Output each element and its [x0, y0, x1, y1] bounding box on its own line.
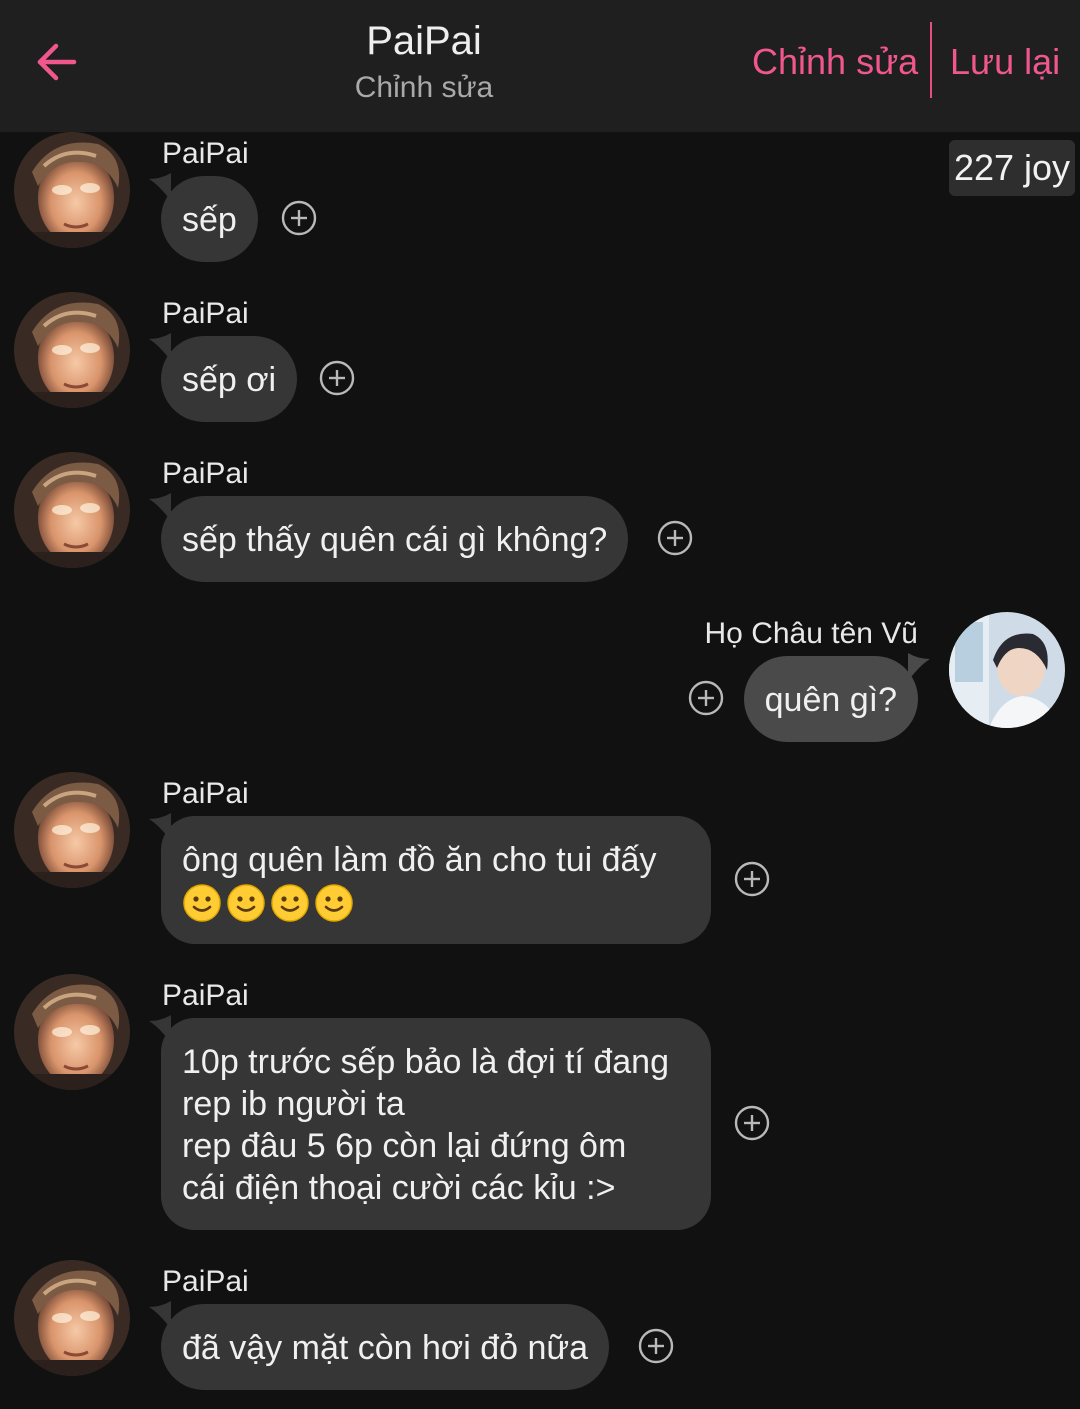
bubble-tail — [149, 333, 171, 361]
avatar[interactable] — [14, 772, 130, 888]
sender-name: PaiPai — [162, 297, 249, 330]
bubble-tail — [149, 813, 171, 841]
message-bubble[interactable]: sếp thấy quên cái gì không? — [149, 493, 629, 582]
bubble-tail — [149, 1015, 171, 1043]
bubble-tail — [908, 653, 930, 681]
sender-name: PaiPai — [162, 979, 249, 1012]
page-subtitle: Chỉnh sửa — [354, 71, 494, 104]
sender-name: PaiPai — [162, 137, 249, 170]
add-reaction-icon[interactable] — [734, 861, 770, 897]
edit-button[interactable]: Chỉnh sửa — [752, 38, 918, 86]
top-app-bar: PaiPai Chỉnh sửa Chỉnh sửa Lưu lại — [0, 0, 1080, 132]
sender-name: PaiPai — [162, 777, 249, 810]
message-text: 10p trước sếp bảo là đợi tí đang rep ib … — [182, 1043, 669, 1207]
save-button[interactable]: Lưu lại — [950, 38, 1060, 86]
back-button[interactable] — [30, 36, 82, 88]
avatar[interactable] — [14, 1260, 130, 1376]
bubble-tail — [149, 1301, 171, 1329]
add-reaction-icon[interactable] — [281, 200, 317, 236]
avatar[interactable] — [14, 974, 130, 1090]
smiley-emoji-icon — [182, 883, 222, 923]
message-bubble[interactable]: quên gì? — [743, 653, 930, 742]
message-text: ông quên làm đồ ăn cho tui đấy — [182, 841, 657, 879]
message-bubble[interactable]: sếp — [149, 173, 258, 262]
joy-counter-badge: 227 joy — [949, 140, 1075, 196]
add-reaction-icon[interactable] — [688, 680, 724, 716]
add-reaction-icon[interactable] — [638, 1328, 674, 1364]
message-text: quên gì? — [764, 681, 897, 719]
message-text: sếp ơi — [182, 361, 277, 399]
add-reaction-icon[interactable] — [734, 1105, 770, 1141]
avatar[interactable] — [14, 452, 130, 568]
message-bubble[interactable]: 10p trước sếp bảo là đợi tí đang rep ib … — [149, 1015, 711, 1230]
message-text: sếp — [182, 201, 237, 239]
avatar[interactable] — [14, 292, 130, 408]
message-bubble[interactable]: đã vậy mặt còn hơi đỏ nữa — [149, 1301, 610, 1390]
smiley-emoji-icon — [270, 883, 310, 923]
sender-name: Họ Châu tên Vũ — [704, 617, 918, 650]
emoji-row — [182, 883, 690, 923]
header-divider — [930, 22, 932, 98]
add-reaction-icon[interactable] — [319, 360, 355, 396]
bubble-tail — [149, 493, 171, 521]
smiley-emoji-icon — [226, 883, 266, 923]
page-title: PaiPai — [366, 19, 482, 63]
arrow-left-icon — [37, 43, 77, 81]
message-text: sếp thấy quên cái gì không? — [182, 521, 608, 559]
message-bubble[interactable]: sếp ơi — [149, 333, 298, 422]
bubble-tail — [149, 173, 171, 201]
message-text: đã vậy mặt còn hơi đỏ nữa — [182, 1329, 589, 1367]
sender-name: PaiPai — [162, 457, 249, 490]
avatar[interactable] — [949, 612, 1065, 728]
message-bubble[interactable]: ông quên làm đồ ăn cho tui đấy — [149, 813, 711, 944]
sender-name: PaiPai — [162, 1265, 249, 1298]
title-block: PaiPai Chỉnh sửa — [274, 16, 574, 108]
smiley-emoji-icon — [314, 883, 354, 923]
add-reaction-icon[interactable] — [657, 520, 693, 556]
avatar[interactable] — [14, 132, 130, 248]
